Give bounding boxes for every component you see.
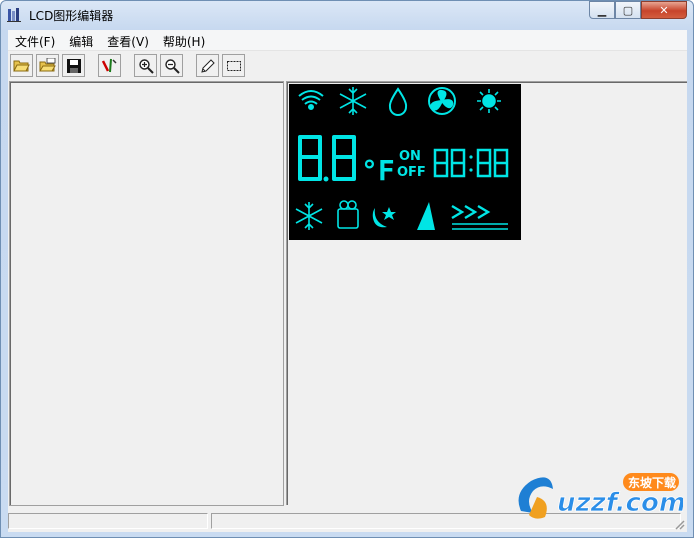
maximize-icon: ▢ [622,3,634,17]
menu-view[interactable]: 查看(V) [100,30,156,50]
open-lcd-button[interactable] [36,54,59,77]
temperature-digits [298,135,356,182]
snowflake-icon [339,87,367,115]
on-label: ON [399,149,421,164]
window-title: LCD图形编辑器 [29,9,114,23]
sleep-icon [337,200,359,229]
menu-help[interactable]: 帮助(H) [156,30,212,50]
select-rect-button[interactable] [222,54,245,77]
tool-button[interactable] [98,54,121,77]
left-pane[interactable] [9,81,284,506]
sun-icon [477,89,501,113]
lcd-preview[interactable]: °F ON OFF [289,84,521,240]
open-lcd-icon [39,58,56,72]
uzzf-watermark-logo: uzzf.com 东坡下载 [518,473,683,519]
zoom-in-icon [138,58,154,74]
tool-icon [101,58,117,73]
open-folder-button[interactable] [10,54,33,77]
minimize-button[interactable]: ▁ [589,1,615,19]
fan-speed-arrows-icon [451,204,508,230]
svg-text:东坡下载: 东坡下载 [628,475,676,490]
client-area: 文件(F) 编辑 查看(V) 帮助(H) °F ON OFF [8,30,687,532]
app-window: LCD图形编辑器 ▁ ▢ ✕ 文件(F) 编辑 查看(V) 帮助(H) °F O… [0,0,694,538]
menu-file[interactable]: 文件(F) [8,30,62,50]
open-folder-icon [13,60,30,72]
menu-bar: 文件(F) 编辑 查看(V) 帮助(H) [8,30,687,51]
close-button[interactable]: ✕ [641,1,687,19]
fan-icon [428,87,456,115]
app-icon [7,8,21,22]
off-label: OFF [397,165,426,180]
pencil-button[interactable] [196,54,219,77]
lcd-segments: °F ON OFF [295,87,509,230]
water-drop-icon [388,87,408,116]
svg-text:uzzf.com: uzzf.com [557,488,683,518]
triangle-icon [417,202,435,230]
moon-star-icon [372,207,396,228]
clock-digits [433,148,509,178]
snowflake-small-icon [295,202,323,230]
save-button[interactable] [62,54,85,77]
wifi-icon [298,90,324,110]
zoom-out-icon [164,58,180,74]
status-panel-1 [8,513,208,529]
canvas-pane[interactable]: °F ON OFF [286,81,687,505]
zoom-in-button[interactable] [134,54,157,77]
title-bar[interactable]: LCD图形编辑器 ▁ ▢ ✕ [1,1,693,29]
pencil-icon [200,58,215,73]
select-rect-icon [226,60,241,71]
unit-label: °F [361,154,395,187]
zoom-out-button[interactable] [160,54,183,77]
toolbar [8,51,687,80]
menu-edit[interactable]: 编辑 [62,30,100,50]
maximize-button[interactable]: ▢ [615,1,641,19]
minimize-icon: ▁ [597,3,607,17]
save-icon [66,58,81,73]
close-icon: ✕ [659,3,669,17]
